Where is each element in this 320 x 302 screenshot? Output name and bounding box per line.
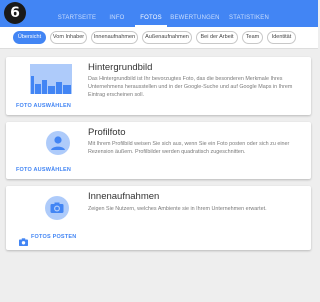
- filter-chip-identitaet[interactable]: Identität: [267, 31, 296, 44]
- filter-chip-vom-inhaber[interactable]: Vom Inhaber: [50, 31, 87, 44]
- add-photo-icon[interactable]: [19, 233, 28, 246]
- cover-select-photo-button[interactable]: FOTO AUSWÄHLEN: [16, 103, 71, 109]
- profile-photo-title: Profilfoto: [88, 127, 126, 138]
- cover-photo-title: Hintergrundbild: [88, 62, 153, 73]
- top-navigation-bar: 6 STARTSEITE INFO FOTOS BEWERTUNGEN STAT…: [0, 0, 318, 27]
- interior-post-photos-button[interactable]: FOTOS POSTEN: [31, 234, 76, 240]
- interior-photos-card: Innenaufnahmen Zeigen Sie Nutzern, welch…: [6, 186, 311, 250]
- photo-category-filter-bar: Übersicht Vom Inhaber Innenaufnahmen Auß…: [0, 27, 318, 49]
- tab-info[interactable]: INFO: [104, 10, 130, 27]
- profile-photo-card: Profilfoto Mit Ihrem Profilbild weisen S…: [6, 122, 311, 179]
- interior-photos-description: Zeigen Sie Nutzern, welches Ambiente sie…: [88, 206, 267, 212]
- app-root: 6 STARTSEITE INFO FOTOS BEWERTUNGEN STAT…: [0, 0, 318, 302]
- tab-startseite[interactable]: STARTSEITE: [56, 10, 98, 27]
- city-skyline-icon: [30, 64, 72, 94]
- person-icon: [46, 131, 70, 155]
- tab-statistiken[interactable]: STATISTIKEN: [226, 10, 272, 27]
- filter-chip-uebersicht[interactable]: Übersicht: [13, 31, 46, 44]
- interior-photos-title: Innenaufnahmen: [88, 191, 160, 202]
- filter-chip-team[interactable]: Team: [242, 31, 263, 44]
- filter-chip-aussenaufnahmen[interactable]: Außenaufnahmen: [142, 31, 192, 44]
- tab-bewertungen[interactable]: BEWERTUNGEN: [170, 10, 220, 27]
- profile-select-photo-button[interactable]: FOTO AUSWÄHLEN: [16, 167, 71, 173]
- camera-icon: [45, 196, 69, 220]
- filter-chip-bei-der-arbeit[interactable]: Bei der Arbeit: [196, 31, 238, 44]
- profile-photo-description: Mit Ihrem Profilbild weisen Sie sich aus…: [88, 141, 290, 155]
- cover-photo-description: Das Hintergrundbild ist Ihr bevorzugtes …: [88, 76, 293, 98]
- filter-chip-innenaufnahmen[interactable]: Innenaufnahmen: [91, 31, 138, 44]
- cover-photo-card: Hintergrundbild Das Hintergrundbild ist …: [6, 57, 311, 115]
